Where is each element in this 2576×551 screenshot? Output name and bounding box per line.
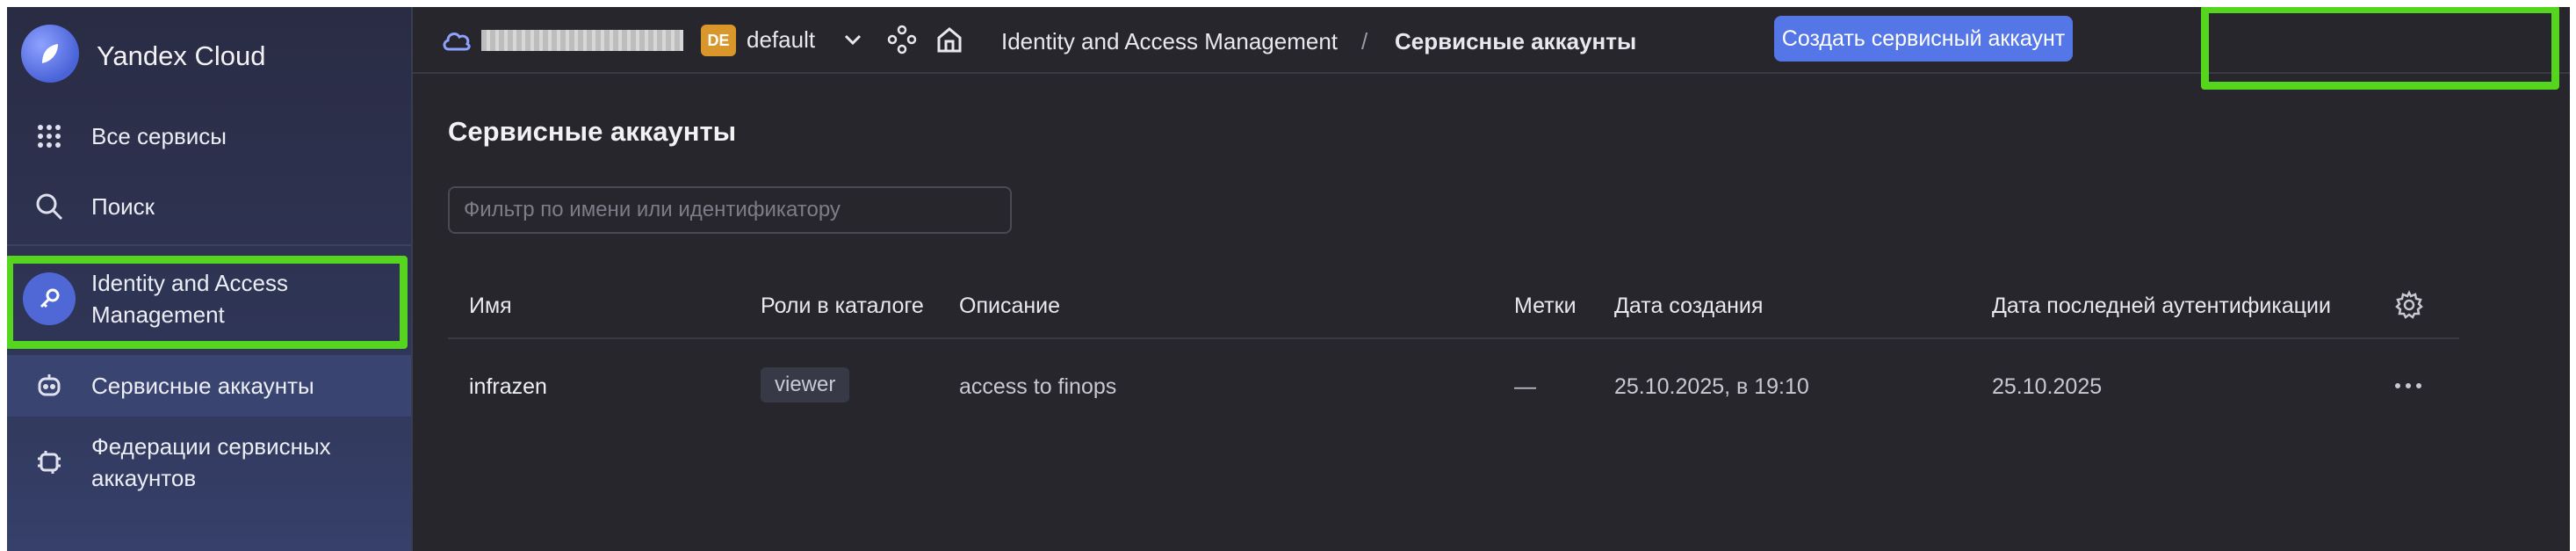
role-badge: viewer <box>761 367 850 402</box>
sidebar-item-search[interactable]: Поиск <box>7 176 411 237</box>
folder-name[interactable]: default <box>747 26 815 54</box>
cell-name[interactable]: infrazen <box>469 374 547 400</box>
column-header-name[interactable]: Имя <box>469 294 512 319</box>
cloud-name-redacted[interactable] <box>481 30 683 51</box>
breadcrumb-iam[interactable]: Identity and Access Management <box>1001 28 1338 55</box>
federation-icon <box>7 447 91 477</box>
sidebar-item-label: Сервисные аккаунты <box>91 373 314 399</box>
sidebar-item-federations[interactable]: Федерации сервисных аккаунтов <box>7 425 411 499</box>
column-header-roles[interactable]: Роли в каталоге <box>761 294 924 319</box>
iam-icon-wrapper <box>7 272 91 325</box>
column-header-description[interactable]: Описание <box>959 294 1060 319</box>
sidebar-divider <box>7 244 411 246</box>
top-bar: DE default Identity and Access Managemen… <box>413 7 2570 74</box>
cell-last-auth: 25.10.2025 <box>1992 374 2103 399</box>
create-service-account-button[interactable]: Создать сервисный аккаунт <box>1774 16 2073 62</box>
nodes-icon[interactable] <box>887 25 917 61</box>
column-header-created[interactable]: Дата создания <box>1614 294 1763 319</box>
cell-labels: — <box>1514 374 1536 399</box>
sidebar-item-label: Все сервисы <box>91 123 227 149</box>
more-actions-icon[interactable] <box>2392 380 2424 396</box>
folder-badge: DE <box>701 25 736 56</box>
sidebar: Yandex Cloud Все сервисы Поиск Identity … <box>7 7 413 551</box>
sidebar-item-label: Identity and Access Management <box>91 270 289 328</box>
search-icon <box>7 192 91 221</box>
app-window: Yandex Cloud Все сервисы Поиск Identity … <box>7 7 2570 551</box>
breadcrumb-separator: / <box>1361 28 1368 54</box>
header-divider <box>448 337 2459 339</box>
cloud-icon[interactable] <box>441 26 473 59</box>
column-header-labels[interactable]: Метки <box>1514 294 1577 319</box>
sidebar-item-service-accounts[interactable]: Сервисные аккаунты <box>7 355 411 417</box>
column-header-last-auth[interactable]: Дата последней аутентификации <box>1992 294 2331 319</box>
cell-description: access to finops <box>959 374 1117 399</box>
sidebar-item-all-services[interactable]: Все сервисы <box>7 105 411 167</box>
key-icon <box>23 272 76 325</box>
robot-icon <box>7 372 91 400</box>
sidebar-item-label: Федерации сервисных аккаунтов <box>91 433 331 491</box>
home-icon[interactable] <box>934 25 964 61</box>
chevron-down-icon[interactable] <box>841 28 864 57</box>
page-title: Сервисные аккаунты <box>448 116 737 147</box>
brand-title[interactable]: Yandex Cloud <box>97 40 265 72</box>
breadcrumb-current: Сервисные аккаунты <box>1395 28 1637 54</box>
filter-input[interactable] <box>448 186 1012 234</box>
sidebar-item-iam[interactable]: Identity and Access Management <box>7 262 411 336</box>
yandex-cloud-logo-icon[interactable] <box>21 25 79 83</box>
cell-created: 25.10.2025, в 19:10 <box>1614 374 1809 399</box>
sidebar-item-label: Поиск <box>91 193 155 220</box>
gear-icon[interactable] <box>2394 290 2424 324</box>
grid-icon <box>7 123 91 149</box>
